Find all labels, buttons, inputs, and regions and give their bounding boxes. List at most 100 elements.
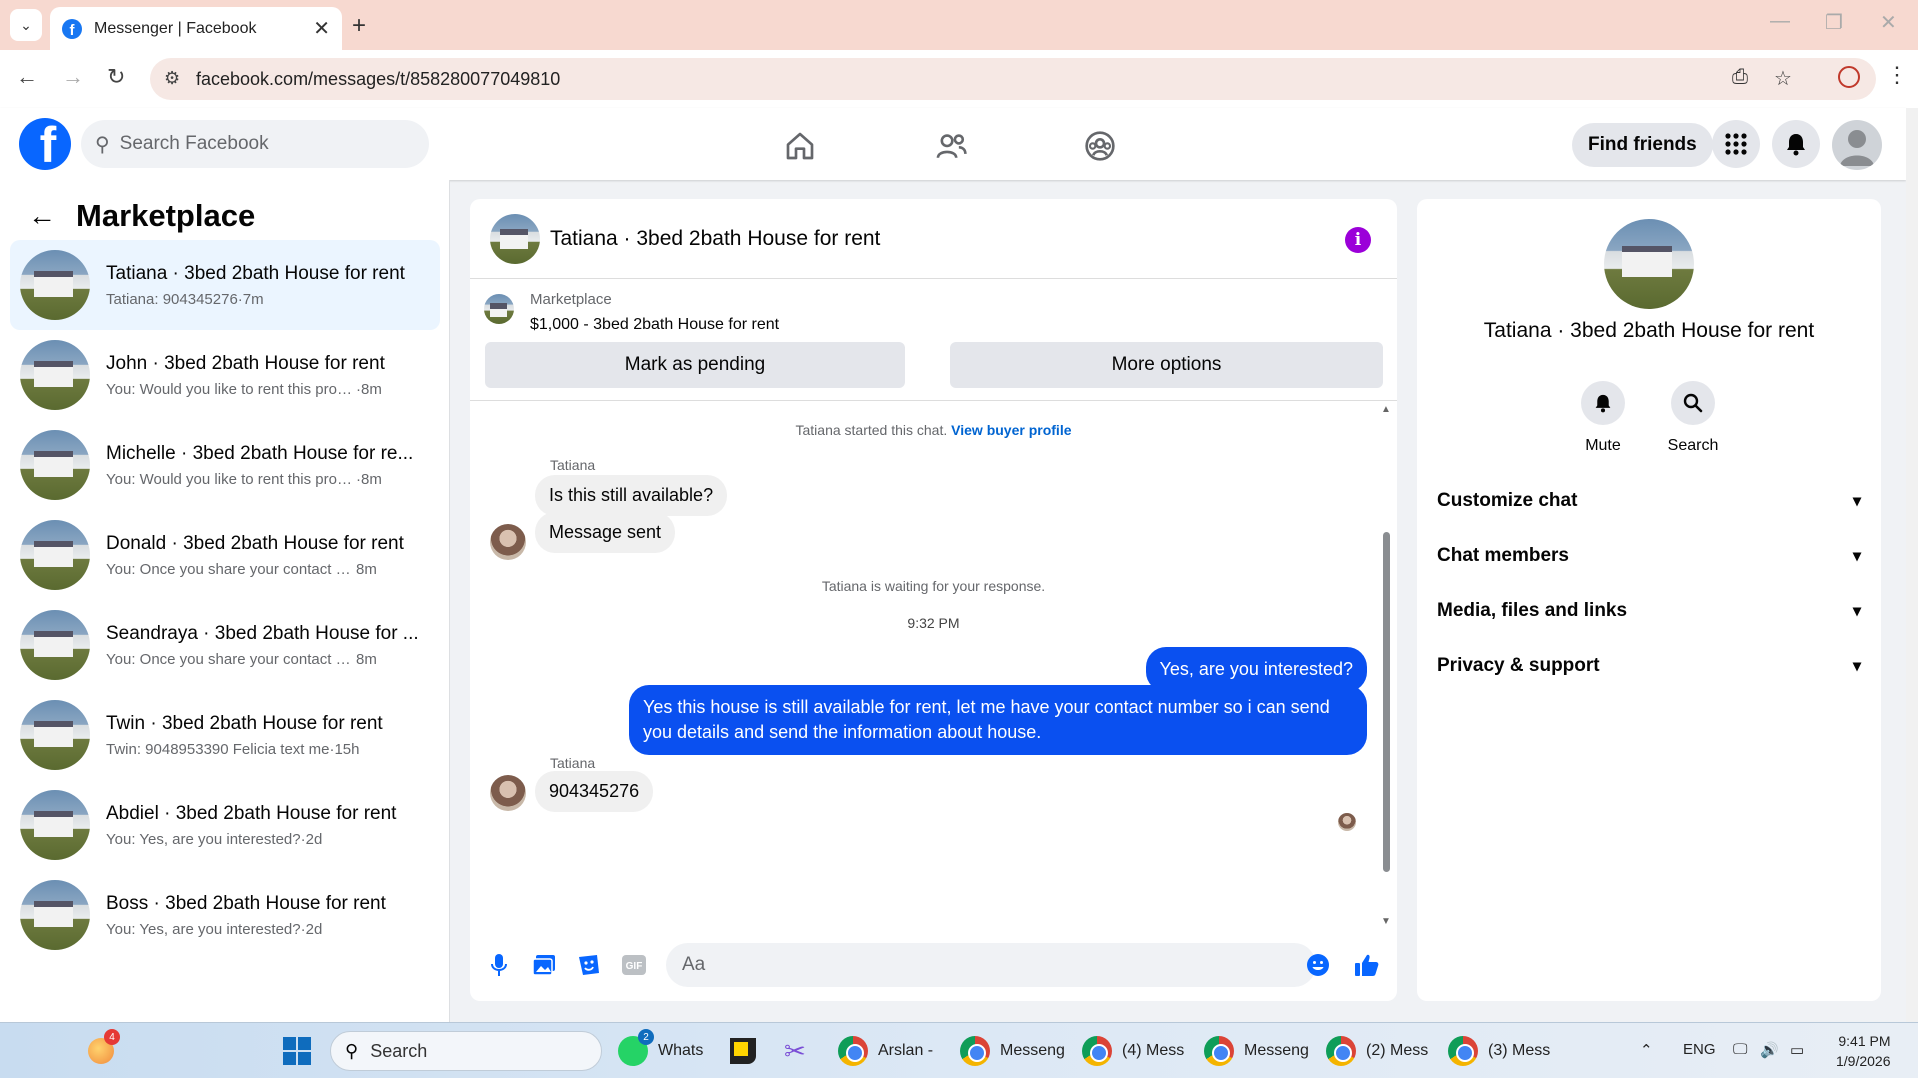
facebook-search-input[interactable] (119, 133, 400, 155)
incoming-message[interactable]: 904345276 (535, 771, 654, 812)
bell-icon (1581, 381, 1625, 425)
taskbar-app-chrome[interactable]: Arslan - (838, 1033, 933, 1069)
info-house-thumbnail[interactable] (1604, 219, 1694, 309)
sticker-icon[interactable] (576, 952, 602, 978)
taskbar-app-whatsapp[interactable]: 2 Whats (618, 1029, 703, 1069)
url-text[interactable]: facebook.com/messages/t/858280077049810 (196, 69, 560, 90)
conversation-item[interactable]: Boss · 3bed 2bath House for rent You: Ye… (10, 870, 440, 960)
install-app-icon[interactable]: ⎙ (1732, 66, 1748, 89)
info-title: Tatiana · 3bed 2bath House for rent (1483, 319, 1815, 342)
info-icon[interactable]: i (1345, 227, 1371, 253)
url-omnibox[interactable]: ⚙ facebook.com/messages/t/85828007704981… (150, 58, 1876, 100)
conversation-name: Boss · 3bed 2bath House for rent (106, 892, 386, 914)
site-info-icon[interactable]: ⚙ (164, 68, 180, 89)
close-tab-icon[interactable]: ✕ (313, 16, 330, 41)
volume-icon[interactable]: 🔊 (1760, 1041, 1779, 1059)
network-icon[interactable]: 🖵 (1733, 1041, 1747, 1058)
close-window-icon[interactable]: ✕ (1880, 10, 1897, 35)
microphone-icon[interactable] (486, 952, 512, 978)
taskbar-search[interactable]: ⚲ Search (330, 1031, 602, 1071)
taskbar-app-label: Arslan - (878, 1042, 934, 1059)
chat-scrollbar-thumb[interactable] (1383, 532, 1390, 872)
find-friends-button[interactable]: Find friends (1572, 123, 1713, 167)
chat-members-section[interactable]: Chat members ▾ (1437, 536, 1861, 576)
message-input[interactable] (666, 943, 1316, 987)
customize-chat-section[interactable]: Customize chat ▾ (1437, 481, 1861, 521)
svg-text:GIF: GIF (626, 961, 643, 972)
outgoing-message[interactable]: Yes this house is still available for re… (629, 685, 1367, 756)
chat-house-thumbnail[interactable] (490, 214, 540, 264)
clock-date: 1/9/2026 (1836, 1053, 1891, 1069)
facebook-logo[interactable]: f (19, 118, 71, 170)
search-icon (1671, 381, 1715, 425)
view-buyer-profile-link[interactable]: View buyer profile (951, 422, 1071, 438)
tray-overflow-icon[interactable]: ⌃ (1640, 1041, 1653, 1059)
bookmark-star-icon[interactable]: ☆ (1774, 66, 1792, 91)
scroll-up-icon[interactable]: ▲ (1381, 404, 1391, 415)
new-tab-icon[interactable]: + (352, 12, 366, 40)
conversation-item[interactable]: Seandraya · 3bed 2bath House for ... You… (10, 600, 440, 690)
friends-icon[interactable] (931, 126, 971, 166)
privacy-support-section[interactable]: Privacy & support ▾ (1437, 646, 1861, 686)
groups-icon[interactable] (1080, 126, 1120, 166)
browser-profile-icon[interactable] (1838, 66, 1860, 88)
start-windows-icon[interactable] (282, 1033, 312, 1069)
facebook-search[interactable]: ⚲ (81, 120, 429, 168)
back-arrow-icon[interactable]: ← (28, 200, 56, 232)
taskbar-app-chrome[interactable]: (4) Mess (1082, 1033, 1184, 1069)
thumbs-up-icon[interactable] (1354, 952, 1380, 978)
conversation-item[interactable]: John · 3bed 2bath House for rent You: Wo… (10, 330, 440, 420)
chat-scrollbar[interactable]: ▲ ▼ (1380, 402, 1392, 932)
browser-menu-icon[interactable]: ⋮ (1886, 62, 1908, 88)
notifications-bell-icon[interactable] (1772, 120, 1820, 168)
forward-icon[interactable]: → (62, 64, 84, 90)
browser-tab[interactable]: f Messenger | Facebook ✕ (50, 7, 342, 50)
house-thumbnail (20, 340, 90, 410)
reload-icon[interactable]: ↻ (107, 64, 125, 90)
taskbar-app-chrome[interactable]: (3) Mess (1448, 1033, 1550, 1069)
gif-icon[interactable]: GIF (621, 952, 647, 978)
taskbar-app-chrome[interactable]: Messeng (1204, 1033, 1309, 1069)
conversation-item[interactable]: Donald · 3bed 2bath House for rent You: … (10, 510, 440, 600)
conversation-item[interactable]: Tatiana · 3bed 2bath House for rent Tati… (10, 240, 440, 330)
emoji-icon[interactable] (1305, 952, 1331, 978)
more-options-button[interactable]: More options (950, 342, 1383, 388)
weather-widget-icon[interactable]: 4 (88, 1029, 120, 1069)
snipping-tool-icon[interactable]: ✂ (784, 1033, 806, 1069)
language-indicator[interactable]: ENG (1683, 1041, 1716, 1058)
incoming-message[interactable]: Is this still available? (535, 475, 728, 516)
incoming-message[interactable]: Message sent (535, 512, 676, 553)
house-thumbnail (20, 790, 90, 860)
mark-as-pending-button[interactable]: Mark as pending (485, 342, 905, 388)
conversation-item[interactable]: Twin · 3bed 2bath House for rent Twin: 9… (10, 690, 440, 780)
sticky-notes-icon[interactable] (730, 1033, 756, 1069)
listing-title[interactable]: $1,000 - 3bed 2bath House for rent (530, 316, 779, 334)
sender-avatar[interactable] (490, 524, 526, 560)
taskbar-app-chrome[interactable]: (2) Mess (1326, 1033, 1428, 1069)
listing-thumbnail[interactable] (484, 294, 514, 324)
scroll-down-icon[interactable]: ▼ (1381, 916, 1391, 927)
tab-search-button[interactable]: ⌄ (10, 9, 42, 41)
page-scrollbar[interactable] (1906, 108, 1918, 1022)
taskbar-clock[interactable]: 9:41 PM 1/9/2026 (1836, 1031, 1891, 1071)
taskbar-app-chrome[interactable]: Messeng (960, 1033, 1065, 1069)
chat-title[interactable]: Tatiana · 3bed 2bath House for rent (550, 227, 880, 251)
sender-avatar[interactable] (490, 775, 526, 811)
menu-grid-icon[interactable] (1712, 120, 1760, 168)
back-icon[interactable]: ← (16, 64, 38, 90)
conversation-item[interactable]: Michelle · 3bed 2bath House for re... Yo… (10, 420, 440, 510)
conversation-item[interactable]: Abdiel · 3bed 2bath House for rent You: … (10, 780, 440, 870)
conversation-time: 2d (305, 830, 323, 848)
search-in-chat-button[interactable]: Search (1653, 381, 1733, 455)
home-icon[interactable] (780, 126, 820, 166)
restore-icon[interactable]: ❐ (1825, 10, 1843, 35)
conversation-name: Tatiana · 3bed 2bath House for rent (106, 262, 405, 284)
battery-icon[interactable]: ▭ (1790, 1041, 1804, 1059)
mute-button[interactable]: Mute (1563, 381, 1643, 455)
minimize-icon[interactable]: — (1770, 10, 1790, 33)
photo-icon[interactable] (531, 952, 557, 978)
media-files-links-section[interactable]: Media, files and links ▾ (1437, 591, 1861, 631)
profile-avatar[interactable] (1832, 120, 1882, 170)
browser-tab-bar: ⌄ f Messenger | Facebook ✕ + — ❐ ✕ (0, 0, 1918, 50)
chrome-icon (1082, 1036, 1112, 1066)
